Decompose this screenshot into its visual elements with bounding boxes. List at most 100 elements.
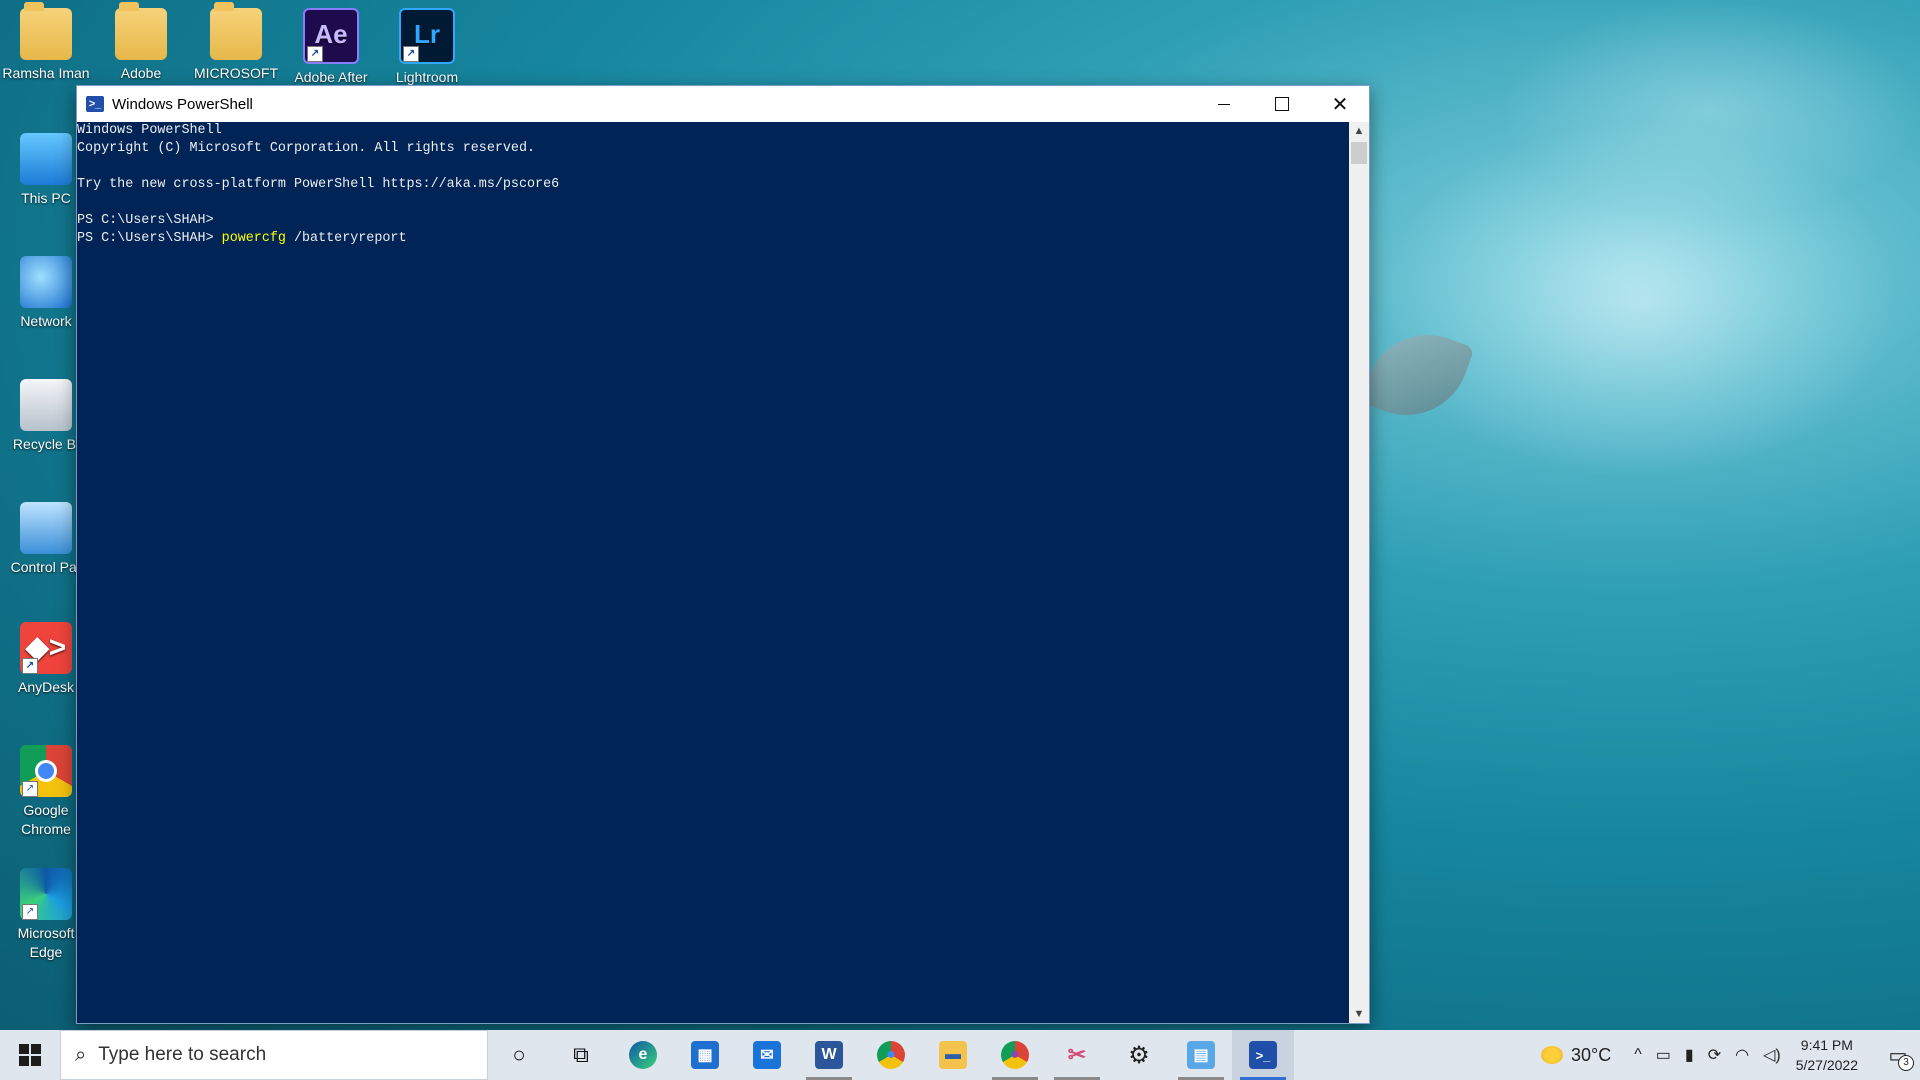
taskbar-file-explorer[interactable]: ▬ bbox=[922, 1030, 984, 1080]
scroll-up-button[interactable]: ▲ bbox=[1349, 122, 1369, 140]
task-view-icon: ⧉ bbox=[573, 1042, 589, 1067]
scroll-down-button[interactable]: ▼ bbox=[1349, 1005, 1369, 1023]
console-prompt: PS C:\Users\SHAH> bbox=[77, 231, 222, 246]
wallpaper-highlight bbox=[1500, 0, 1920, 220]
store-icon: ▦ bbox=[691, 1041, 719, 1069]
console-line: Try the new cross-platform PowerShell ht… bbox=[77, 177, 560, 192]
cortana-icon: ○ bbox=[512, 1042, 526, 1067]
desktop-icon-adobe-after-effects[interactable]: Ae ↗ Adobe After bbox=[286, 8, 376, 87]
window-title: Windows PowerShell bbox=[112, 95, 253, 113]
desktop-icon-label: Ramsha Iman bbox=[2, 65, 90, 81]
system-tray: 30°C ^ ▭ ▮ ⟳ ◠ ◁) 9:41 PM 5/27/2022 ▭ 3 bbox=[1541, 1030, 1920, 1080]
notification-count-badge: 3 bbox=[1898, 1055, 1914, 1071]
anydesk-icon: ◆> ↗ bbox=[20, 622, 72, 674]
recycle-bin-icon bbox=[20, 379, 72, 431]
file-explorer-icon: ▬ bbox=[939, 1041, 967, 1069]
desktop-icon-adobe[interactable]: Adobe bbox=[96, 2, 186, 83]
taskbar-word[interactable]: W bbox=[798, 1030, 860, 1080]
start-button[interactable] bbox=[0, 1030, 60, 1080]
taskbar-settings[interactable]: ⚙ bbox=[1108, 1030, 1170, 1080]
taskbar-snipping-tool[interactable]: ✂ bbox=[1046, 1030, 1108, 1080]
edge-icon: ↗ bbox=[20, 868, 72, 920]
taskbar: ⌕ Type here to search ○ ⧉ e ▦ ✉ W ● ▬ ● … bbox=[0, 1030, 1920, 1080]
lightroom-glyph: Lr bbox=[414, 19, 440, 49]
weather-temperature: 30°C bbox=[1571, 1044, 1612, 1065]
sync-icon[interactable]: ⟳ bbox=[1708, 1045, 1721, 1065]
powershell-icon[interactable]: >_ bbox=[86, 96, 104, 112]
mail-icon: ✉ bbox=[753, 1041, 781, 1069]
taskbar-powershell[interactable]: >_ bbox=[1232, 1030, 1294, 1080]
snipping-tool-icon: ✂ bbox=[1067, 1042, 1087, 1067]
battery-icon[interactable]: ▮ bbox=[1685, 1045, 1694, 1065]
desktop-icon-lightroom[interactable]: Lr ↗ Lightroom bbox=[382, 8, 472, 87]
taskbar-control-panel[interactable]: ▤ bbox=[1170, 1030, 1232, 1080]
after-effects-glyph: Ae bbox=[314, 19, 348, 49]
shortcut-arrow-icon: ↗ bbox=[403, 46, 419, 62]
window-titlebar[interactable]: >_ Windows PowerShell ✕ bbox=[77, 86, 1369, 122]
close-icon: ✕ bbox=[1331, 93, 1349, 116]
maximize-icon bbox=[1275, 97, 1289, 111]
taskbar-clock[interactable]: 9:41 PM 5/27/2022 bbox=[1796, 1035, 1858, 1075]
taskbar-edge[interactable]: e bbox=[612, 1030, 674, 1080]
windows-logo-icon bbox=[19, 1044, 41, 1066]
volume-icon[interactable]: ◁) bbox=[1763, 1045, 1781, 1065]
folder-user-icon bbox=[20, 2, 72, 60]
chrome-icon: ● bbox=[877, 1041, 905, 1069]
desktop-icon-ramsha-iman[interactable]: Ramsha Iman bbox=[1, 2, 91, 83]
minimize-button[interactable] bbox=[1195, 86, 1253, 122]
weather-widget[interactable]: 30°C bbox=[1541, 1045, 1611, 1066]
shortcut-arrow-icon: ↗ bbox=[22, 904, 38, 920]
show-hidden-icons-icon[interactable]: ^ bbox=[1634, 1046, 1642, 1064]
close-button[interactable]: ✕ bbox=[1311, 86, 1369, 122]
search-icon: ⌕ bbox=[75, 1043, 87, 1066]
desktop-icon-label: Adobe bbox=[120, 65, 162, 81]
wifi-icon[interactable]: ◠ bbox=[1735, 1045, 1749, 1065]
window-controls: ✕ bbox=[1195, 86, 1369, 122]
console-input-line[interactable]: PS C:\Users\SHAH> powercfg /batteryrepor… bbox=[77, 230, 1349, 248]
vertical-scrollbar[interactable]: ▲ ▼ bbox=[1349, 122, 1369, 1023]
taskbar-task-view[interactable]: ⧉ bbox=[550, 1030, 612, 1080]
control-panel-icon: ▤ bbox=[1187, 1041, 1215, 1069]
console-line: Copyright (C) Microsoft Corporation. All… bbox=[77, 141, 536, 156]
taskbar-cortana[interactable]: ○ bbox=[488, 1030, 550, 1080]
network-icon bbox=[20, 256, 72, 308]
meet-now-icon[interactable]: ▭ bbox=[1656, 1045, 1671, 1065]
shortcut-arrow-icon: ↗ bbox=[307, 46, 323, 62]
settings-icon: ⚙ bbox=[1128, 1041, 1150, 1069]
chrome-icon: ↗ bbox=[20, 745, 72, 797]
search-placeholder: Type here to search bbox=[98, 1044, 267, 1065]
word-icon: W bbox=[815, 1041, 843, 1069]
console-command-args: /batteryreport bbox=[285, 231, 407, 246]
taskbar-chrome[interactable]: ● bbox=[860, 1030, 922, 1080]
desktop-icon-microsoft[interactable]: MICROSOFT bbox=[191, 2, 281, 83]
control-panel-icon bbox=[20, 502, 72, 554]
scroll-thumb[interactable] bbox=[1351, 142, 1367, 164]
after-effects-icon: Ae ↗ bbox=[303, 8, 359, 64]
shortcut-arrow-icon: ↗ bbox=[22, 781, 38, 797]
taskbar-store[interactable]: ▦ bbox=[674, 1030, 736, 1080]
clock-time: 9:41 PM bbox=[1800, 1037, 1853, 1053]
console-output[interactable]: Windows PowerShell Copyright (C) Microso… bbox=[77, 122, 1349, 1023]
folder-icon bbox=[115, 2, 167, 60]
chrome-profile-icon: ● bbox=[1001, 1041, 1029, 1069]
desktop-icon-label: MICROSOFT bbox=[194, 65, 278, 81]
taskbar-chrome-profile[interactable]: ● bbox=[984, 1030, 1046, 1080]
clock-date: 5/27/2022 bbox=[1795, 1057, 1858, 1073]
this-pc-icon bbox=[20, 133, 72, 185]
powershell-icon: >_ bbox=[1249, 1041, 1277, 1069]
minimize-icon bbox=[1218, 103, 1230, 105]
console-line: Windows PowerShell bbox=[77, 123, 222, 138]
console-command: powercfg bbox=[221, 231, 286, 246]
folder-icon bbox=[210, 2, 262, 60]
notification-center-button[interactable]: ▭ 3 bbox=[1876, 1030, 1920, 1080]
powershell-window[interactable]: >_ Windows PowerShell ✕ Windows PowerShe… bbox=[76, 85, 1370, 1024]
taskbar-mail[interactable]: ✉ bbox=[736, 1030, 798, 1080]
taskbar-search-box[interactable]: ⌕ Type here to search bbox=[60, 1030, 488, 1080]
lightroom-icon: Lr ↗ bbox=[399, 8, 455, 64]
weather-icon bbox=[1541, 1046, 1564, 1064]
edge-icon: e bbox=[629, 1041, 657, 1069]
console-line: PS C:\Users\SHAH> bbox=[77, 213, 214, 228]
maximize-button[interactable] bbox=[1253, 86, 1311, 122]
